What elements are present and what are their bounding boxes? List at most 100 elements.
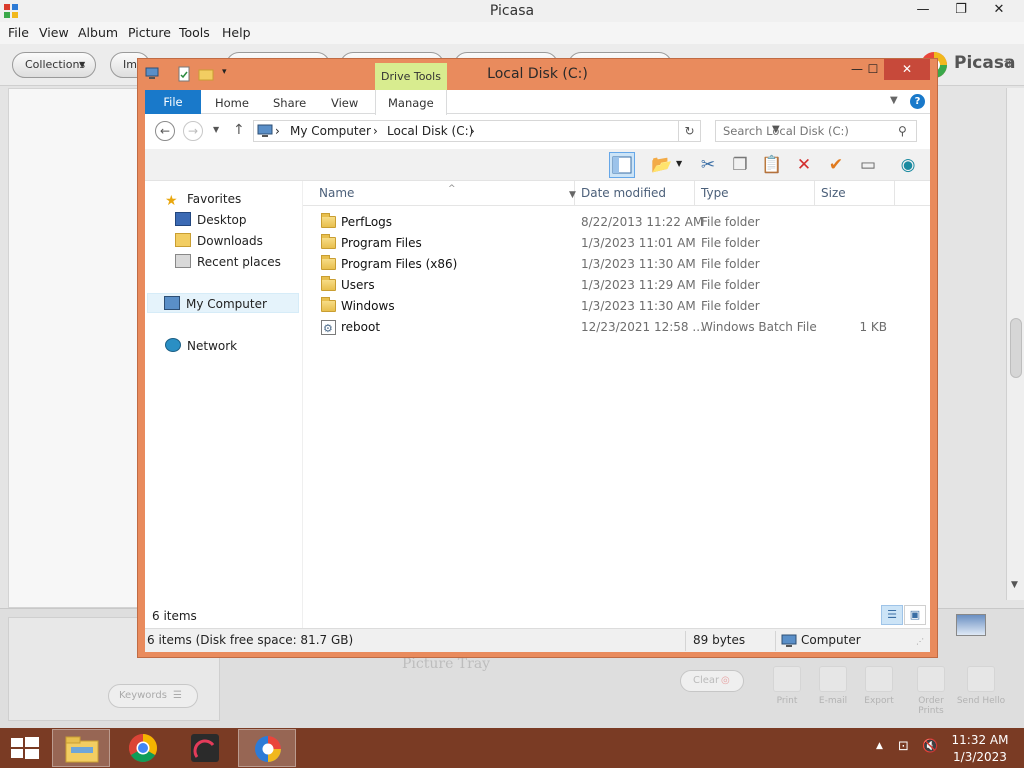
- taskbar-chrome[interactable]: [114, 729, 172, 767]
- volume-muted-icon[interactable]: 🔇: [922, 739, 938, 755]
- windows-start-icon[interactable]: [10, 736, 40, 760]
- nav-recent-places[interactable]: Recent places: [175, 252, 281, 272]
- clear-button[interactable]: Clear ◎: [680, 670, 744, 692]
- picasa-scrollbar[interactable]: ▼: [1006, 88, 1024, 600]
- column-name[interactable]: Name ^ ▼: [313, 181, 576, 206]
- clock-date[interactable]: 1/3/2023: [950, 750, 1010, 764]
- menu-view[interactable]: View: [39, 25, 69, 40]
- column-type[interactable]: Type: [695, 181, 815, 206]
- file-name: Windows: [341, 299, 395, 313]
- menu-album[interactable]: Album: [78, 25, 118, 40]
- file-row[interactable]: reboot 12/23/2021 12:58 ... Windows Batc…: [313, 317, 913, 339]
- menu-picture[interactable]: Picture: [128, 25, 171, 40]
- help-icon[interactable]: ?: [910, 94, 925, 109]
- clear-label: Clear: [693, 675, 720, 686]
- taskbar-picasa[interactable]: [238, 729, 296, 767]
- address-separator-icon[interactable]: ›: [470, 124, 475, 138]
- file-row[interactable]: Program Files 1/3/2023 11:01 AM File fol…: [313, 233, 913, 254]
- forward-arrow-icon: →: [187, 124, 199, 138]
- column-date-modified[interactable]: Date modified: [575, 181, 695, 206]
- file-row[interactable]: Program Files (x86) 1/3/2023 11:30 AM Fi…: [313, 254, 913, 275]
- picasa-minimize-button[interactable]: —: [906, 0, 940, 22]
- menu-lines-icon: ☰: [173, 690, 182, 701]
- layout-pane-icon: [612, 156, 632, 174]
- show-hidden-icons-icon[interactable]: ▲: [876, 741, 883, 751]
- large-icons-view-button[interactable]: ▣: [904, 605, 926, 625]
- taskbar-app-3[interactable]: [176, 729, 234, 767]
- check-icon[interactable]: ✔: [823, 152, 849, 178]
- column-size[interactable]: Size: [815, 181, 895, 206]
- search-input[interactable]: [716, 121, 894, 141]
- search-icon[interactable]: ⚲: [898, 124, 907, 138]
- chevron-down-icon[interactable]: ▼: [890, 95, 898, 106]
- open-folder-dropdown-icon[interactable]: ▼: [676, 159, 682, 168]
- picasa-close-button[interactable]: ✕: [982, 0, 1016, 22]
- nav-desktop-label: Desktop: [197, 213, 247, 227]
- file-size: 1 KB: [859, 320, 887, 334]
- file-type: File folder: [701, 215, 760, 229]
- email-action[interactable]: E-mail: [808, 666, 858, 706]
- explorer-titlebar[interactable]: ▾ Drive Tools Local Disk (C:) — ☐ ✕: [138, 59, 937, 91]
- open-folder-icon[interactable]: 📂: [649, 152, 675, 178]
- tab-file[interactable]: File: [145, 90, 201, 114]
- keywords-button[interactable]: Keywords ☰: [108, 684, 198, 708]
- picasa-maximize-button[interactable]: ❐: [944, 0, 978, 22]
- refresh-button[interactable]: ↻: [679, 120, 701, 142]
- rename-icon[interactable]: ▭: [855, 152, 881, 178]
- collections-button[interactable]: Collections ▼: [12, 52, 96, 78]
- layout-pane-button[interactable]: [609, 152, 635, 178]
- file-row[interactable]: PerfLogs 8/22/2013 11:22 AM File folder: [313, 212, 913, 233]
- menu-file[interactable]: File: [8, 25, 29, 40]
- address-separator-icon[interactable]: ›: [275, 124, 280, 138]
- tab-view[interactable]: View: [331, 90, 358, 114]
- back-button[interactable]: ←: [155, 121, 175, 141]
- tab-home[interactable]: Home: [215, 90, 249, 114]
- details-view-button[interactable]: ☰: [881, 605, 903, 625]
- scroll-down-icon[interactable]: ▼: [1011, 580, 1018, 590]
- file-row[interactable]: Users 1/3/2023 11:29 AM File folder: [313, 275, 913, 296]
- desktop-icon: [175, 212, 191, 226]
- picasa-titlebar: Picasa — ❐ ✕: [0, 0, 1024, 22]
- address-segment-local-disk[interactable]: Local Disk (C:): [387, 124, 473, 138]
- order-prints-action[interactable]: Order Prints: [906, 666, 956, 716]
- address-separator-icon[interactable]: ›: [373, 124, 378, 138]
- nav-favorites[interactable]: ★ Favorites: [165, 189, 241, 209]
- taskbar-file-explorer[interactable]: [52, 729, 110, 767]
- export-label: Export: [864, 696, 894, 706]
- nav-network[interactable]: Network: [165, 336, 237, 356]
- tab-manage[interactable]: Manage: [375, 90, 447, 115]
- recent-locations-icon[interactable]: ▼: [213, 125, 219, 134]
- shell-icon[interactable]: ◉: [895, 152, 921, 178]
- clock-time[interactable]: 11:32 AM: [950, 733, 1010, 747]
- cut-icon[interactable]: ✂: [695, 152, 721, 178]
- command-bar: 📂 ▼ ✂ ❐ 📋 ✕ ✔ ▭ ◉: [145, 149, 930, 181]
- nav-my-computer[interactable]: My Computer: [147, 293, 299, 313]
- file-date: 1/3/2023 11:30 AM: [581, 257, 696, 271]
- nav-downloads[interactable]: Downloads: [175, 231, 263, 251]
- picture-tray-label: Picture Tray: [402, 656, 491, 672]
- network-tray-icon[interactable]: ⊡: [898, 739, 914, 755]
- paste-icon[interactable]: 📋: [759, 152, 785, 178]
- thumbnail-size-icon[interactable]: [956, 614, 986, 636]
- address-segment-my-computer[interactable]: My Computer: [290, 124, 371, 138]
- explorer-close-button[interactable]: ✕: [884, 59, 930, 80]
- nav-desktop[interactable]: Desktop: [175, 210, 247, 230]
- photo-stack-icon: [917, 666, 945, 692]
- copy-icon[interactable]: ❐: [727, 152, 753, 178]
- send-hello-action[interactable]: Send Hello: [956, 666, 1006, 706]
- forward-button[interactable]: →: [183, 121, 203, 141]
- search-box: ⚲: [715, 120, 917, 142]
- scroll-thumb[interactable]: [1010, 318, 1022, 378]
- address-bar[interactable]: › My Computer › Local Disk (C:) › ▼: [253, 120, 780, 142]
- tab-share[interactable]: Share: [273, 90, 306, 114]
- menu-help[interactable]: Help: [222, 25, 251, 40]
- print-action[interactable]: Print: [762, 666, 812, 706]
- delete-icon[interactable]: ✕: [791, 152, 817, 178]
- menu-tools[interactable]: Tools: [179, 25, 210, 40]
- column-type-label: Type: [701, 186, 729, 200]
- resize-grip-icon[interactable]: ⋰: [916, 637, 924, 646]
- up-arrow-icon[interactable]: ↑: [233, 122, 245, 138]
- file-row[interactable]: Windows 1/3/2023 11:30 AM File folder: [313, 296, 913, 317]
- explorer-maximize-button[interactable]: ☐: [860, 59, 886, 80]
- export-action[interactable]: Export: [854, 666, 904, 706]
